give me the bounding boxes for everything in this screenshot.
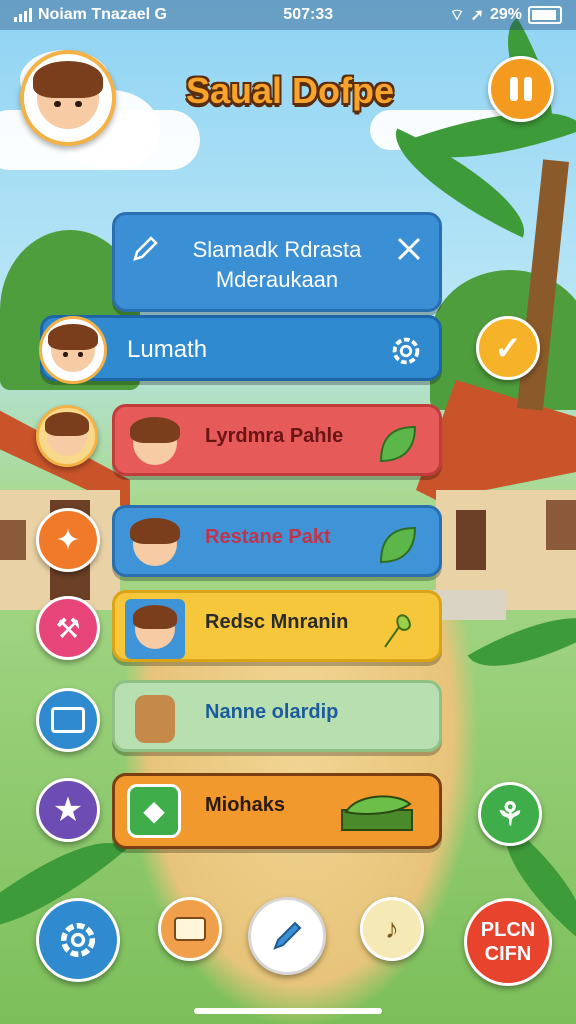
check-icon: ✓ bbox=[494, 330, 522, 366]
list-item[interactable]: Redsc Mnranin bbox=[112, 590, 442, 662]
list-item[interactable]: ◆ Miohaks bbox=[112, 773, 442, 849]
tools-icon[interactable] bbox=[393, 233, 425, 265]
mask-icon: ✦ bbox=[55, 523, 81, 557]
quest-header-line1: Slamadk Rdrasta bbox=[192, 237, 362, 262]
avatar-face bbox=[33, 60, 103, 129]
pause-button[interactable] bbox=[488, 56, 554, 122]
wrench-button[interactable]: ⚒ bbox=[36, 596, 100, 660]
list-item[interactable]: Lyrdmra Pahle bbox=[112, 404, 442, 476]
confirm-button[interactable]: ✓ bbox=[476, 316, 540, 380]
character-portrait bbox=[125, 599, 185, 659]
carrier-label: Noiam Tnazael G bbox=[38, 6, 167, 23]
item-label: Restane Pakt bbox=[205, 526, 331, 548]
item-label: Lyrdmra Pahle bbox=[205, 425, 344, 447]
plant-icon bbox=[384, 614, 411, 648]
star-icon: ★ bbox=[52, 791, 84, 829]
favorites-button[interactable]: ★ bbox=[36, 778, 100, 842]
settings-button[interactable] bbox=[36, 898, 120, 982]
sprout-icon: ⚘ bbox=[495, 796, 525, 832]
friend-avatar-button[interactable] bbox=[36, 405, 98, 467]
status-right-group: ⌔ ➚ 29% bbox=[450, 5, 562, 25]
wrench-icon: ⚒ bbox=[55, 612, 81, 644]
character-portrait bbox=[125, 413, 185, 473]
location-icon: ➚ bbox=[470, 7, 484, 24]
chest-icon bbox=[174, 917, 206, 941]
wifi-icon: ⌔ bbox=[449, 7, 465, 24]
home-indicator[interactable] bbox=[194, 1008, 382, 1014]
quest-header-panel: Slamadk Rdrasta Mderaukaan bbox=[112, 212, 442, 312]
leaf-badge-icon: ◆ bbox=[125, 782, 185, 842]
briefcase-icon bbox=[51, 707, 85, 733]
signal-icon bbox=[14, 8, 32, 22]
gear-icon[interactable] bbox=[387, 332, 425, 370]
status-bar: Noiam Tnazael G 507:33 ⌔ ➚ 29% bbox=[0, 0, 576, 30]
player-avatar[interactable] bbox=[20, 50, 116, 146]
character-portrait bbox=[125, 514, 185, 574]
sound-icon: ♪ bbox=[385, 913, 399, 944]
carrier-group: Noiam Tnazael G bbox=[14, 6, 167, 24]
edit-button[interactable] bbox=[248, 897, 326, 975]
quest-header-line2: Mderaukaan bbox=[215, 267, 339, 292]
profile-row[interactable]: Lumath bbox=[39, 315, 442, 384]
battery-percent: 29% bbox=[489, 6, 522, 23]
leaf-icon bbox=[379, 425, 417, 463]
play-button-line1: PLCN bbox=[480, 919, 536, 941]
leaf-icon bbox=[379, 526, 417, 564]
backpack-icon bbox=[125, 689, 185, 749]
book-icon bbox=[341, 795, 413, 831]
sound-button[interactable]: ♪ bbox=[360, 897, 424, 961]
item-label: Redsc Mnranin bbox=[205, 611, 349, 633]
item-label: Miohaks bbox=[205, 794, 286, 816]
mask-button[interactable]: ✦ bbox=[36, 508, 100, 572]
quest-header-text: Slamadk Rdrasta Mderaukaan bbox=[155, 235, 399, 295]
profile-name: Lumath bbox=[127, 336, 208, 363]
list-item[interactable]: Restane Pakt bbox=[112, 505, 442, 577]
chest-button[interactable] bbox=[158, 897, 222, 961]
item-label: Nanne olardip bbox=[205, 701, 339, 723]
pencil-icon bbox=[273, 921, 302, 950]
battery-icon bbox=[527, 6, 562, 24]
gear-icon bbox=[60, 922, 96, 958]
profile-avatar bbox=[39, 316, 107, 384]
plant-button[interactable]: ⚘ bbox=[478, 782, 542, 846]
game-title: Saual Dofpe bbox=[185, 70, 395, 111]
play-button-line2: CIFN bbox=[484, 943, 532, 965]
play-button[interactable]: PLCN CIFN bbox=[464, 898, 552, 986]
briefcase-button[interactable] bbox=[36, 688, 100, 752]
clock: 507:33 bbox=[283, 6, 334, 23]
list-item[interactable]: Nanne olardip bbox=[112, 680, 442, 752]
